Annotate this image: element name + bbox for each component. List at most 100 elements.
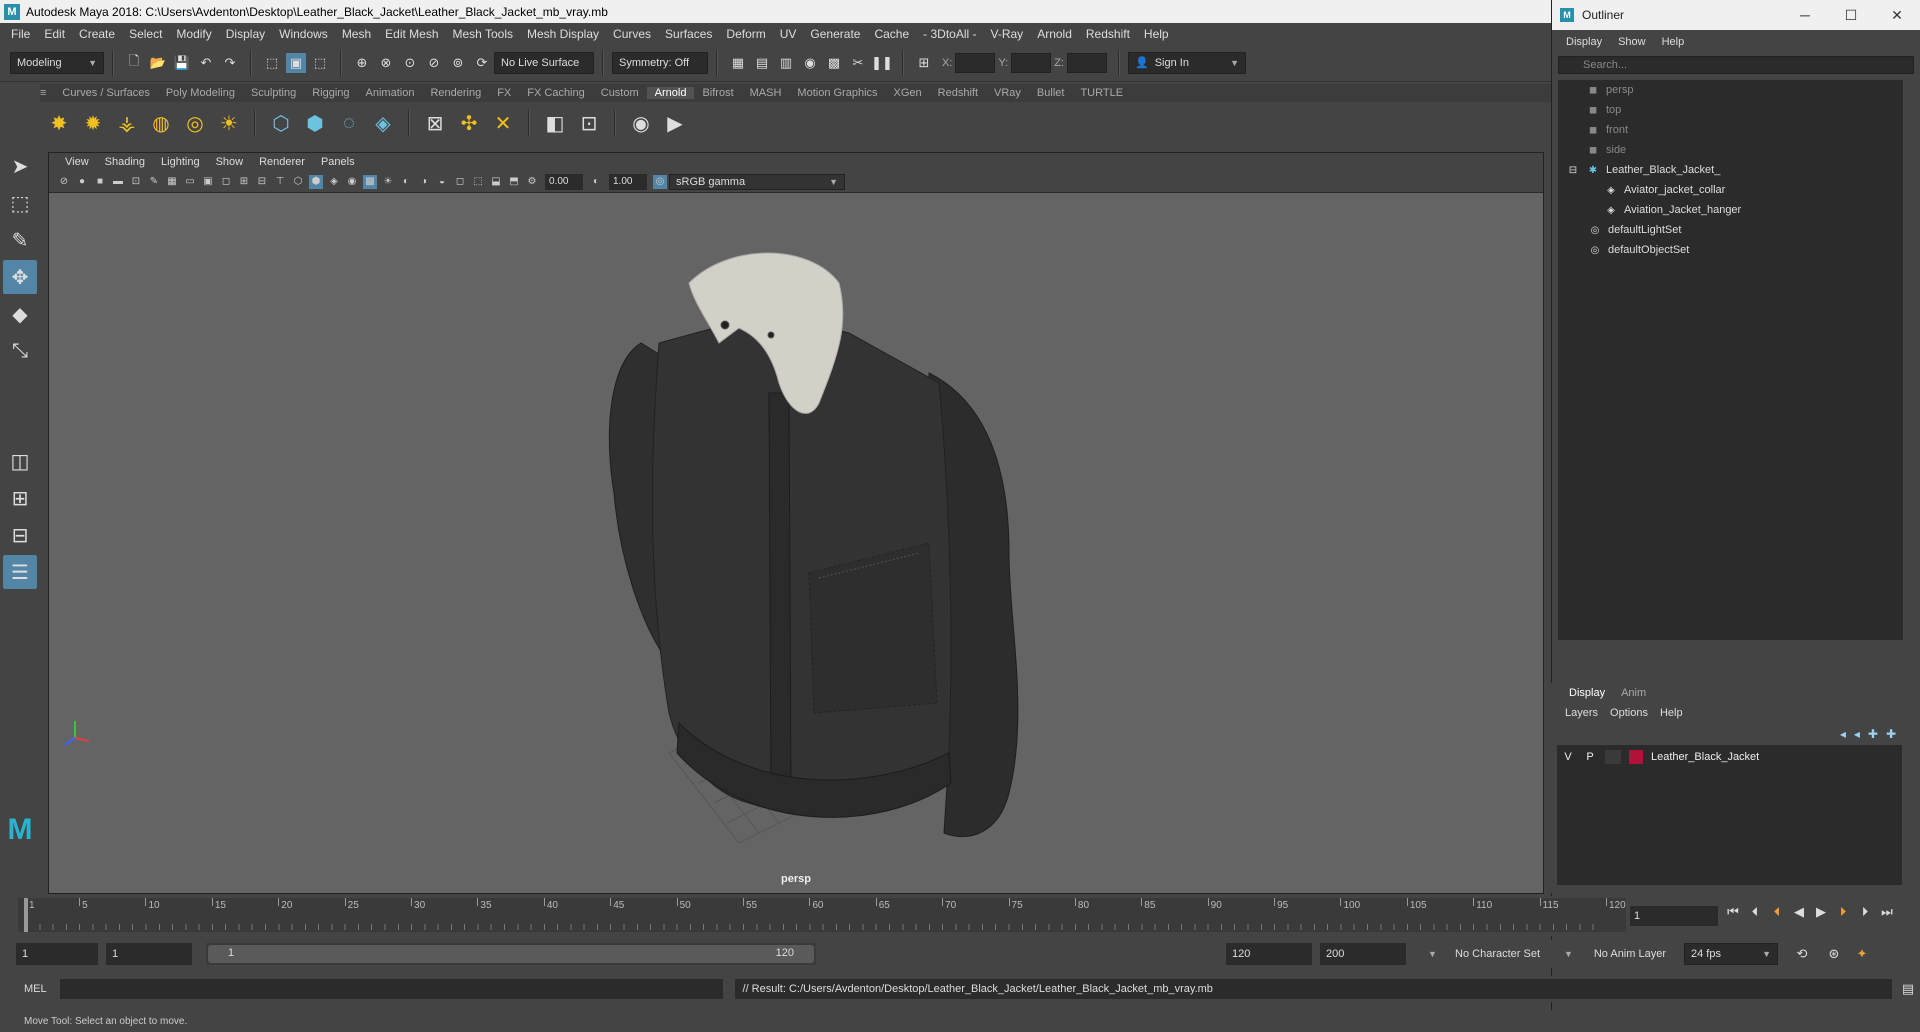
motion-blur-icon[interactable]: ◑ xyxy=(417,175,431,189)
layer-tab-display[interactable]: Display xyxy=(1561,687,1613,699)
range-slider-handle[interactable] xyxy=(208,945,814,963)
menu-v-ray[interactable]: V-Ray xyxy=(984,27,1031,41)
hypershade-icon[interactable]: ▩ xyxy=(824,53,844,73)
outliner-item[interactable]: ◈ Aviator_jacket_collar xyxy=(1558,180,1903,200)
viewport-menu-shading[interactable]: Shading xyxy=(97,156,153,168)
shelf-tab-custom[interactable]: Custom xyxy=(593,87,647,99)
isolate-select-icon[interactable]: ◻ xyxy=(453,175,467,189)
current-frame-field[interactable]: 1 xyxy=(1630,906,1718,926)
field-chart-icon[interactable]: ⊞ xyxy=(237,175,251,189)
outliner-item[interactable]: ◈ Aviation_Jacket_hanger xyxy=(1558,200,1903,220)
move-tool-icon[interactable]: ✥ xyxy=(3,260,37,294)
layer-row[interactable]: V P Leather_Black_Jacket xyxy=(1557,745,1902,769)
layer-color-swatch[interactable] xyxy=(1629,750,1643,764)
time-slider[interactable]: 1 5 10 15 20 25 30 35 40 45 50 55 60 65 70 75 80 85 90 95 10… xyxy=(0,896,1920,936)
smooth-shade-icon[interactable]: ⬢ xyxy=(309,174,323,189)
outliner-search-input[interactable]: Search... xyxy=(1558,56,1914,74)
mode-dropdown[interactable]: Modeling ▼ xyxy=(10,51,104,74)
grid-icon[interactable]: ▦ xyxy=(165,175,179,189)
shelf-tab-mash[interactable]: MASH xyxy=(742,87,790,99)
step-back-frame-icon[interactable]: ⏴ xyxy=(1766,904,1788,920)
layer-tab-anim[interactable]: Anim xyxy=(1613,687,1654,699)
loop-icon[interactable]: ⟲ xyxy=(1792,944,1812,964)
shelf-tab-xgen[interactable]: XGen xyxy=(886,87,930,99)
outliner-menu-show[interactable]: Show xyxy=(1610,36,1654,48)
menu-windows[interactable]: Windows xyxy=(272,27,335,41)
layer-visibility-toggle[interactable]: V xyxy=(1557,751,1579,763)
shelf-tab-motion-graphics[interactable]: Motion Graphics xyxy=(789,87,885,99)
film-gate-icon[interactable]: ▭ xyxy=(183,175,197,189)
xray-components-icon[interactable]: ⬒ xyxy=(507,175,521,189)
physical-sky-icon[interactable]: ☀ xyxy=(215,109,243,137)
spot-light-icon[interactable]: ⚶ xyxy=(113,109,141,137)
anim-layer-dropdown[interactable]: ▼ No Anim Layer xyxy=(1552,943,1672,965)
gate-mask-icon[interactable]: ◻ xyxy=(219,175,233,189)
symmetry-dropdown[interactable]: Symmetry: Off xyxy=(612,51,708,74)
shelf-tab-vray[interactable]: VRay xyxy=(986,87,1029,99)
color-space-dropdown[interactable]: sRGB gamma ▼ xyxy=(669,173,845,190)
viewport-menu-view[interactable]: View xyxy=(57,156,97,168)
shelf-tab-turtle[interactable]: TURTLE xyxy=(1072,87,1131,99)
menu-deform[interactable]: Deform xyxy=(719,27,772,41)
volume-icon[interactable]: ◈ xyxy=(369,109,397,137)
shelf-tab-poly-modeling[interactable]: Poly Modeling xyxy=(158,87,243,99)
shelf-tab-bullet[interactable]: Bullet xyxy=(1029,87,1073,99)
outliner-menu-help[interactable]: Help xyxy=(1654,36,1693,48)
resolution-gate-icon[interactable]: ▣ xyxy=(201,175,215,189)
layer-menu-options[interactable]: Options xyxy=(1604,707,1654,719)
export-standin-icon[interactable]: ⬢ xyxy=(301,109,329,137)
menu-mesh-display[interactable]: Mesh Display xyxy=(520,27,606,41)
viewport-menu-lighting[interactable]: Lighting xyxy=(153,156,208,168)
layer-menu-help[interactable]: Help xyxy=(1654,707,1689,719)
minimize-icon[interactable]: ─ xyxy=(1782,7,1828,24)
shader-icon[interactable]: ◧ xyxy=(541,109,569,137)
character-set-dropdown[interactable]: ▼ No Character Set xyxy=(1416,943,1546,965)
shelf-tab-redshift[interactable]: Redshift xyxy=(930,87,986,99)
new-layer-icon[interactable]: ✚ xyxy=(1868,727,1878,741)
menu-curves[interactable]: Curves xyxy=(606,27,658,41)
gamma-field[interactable]: 1.00 xyxy=(609,173,647,190)
new-scene-icon[interactable]: 🗋 xyxy=(124,53,144,73)
scale-tool-icon[interactable]: ⤡ xyxy=(3,334,37,368)
menu-uv[interactable]: UV xyxy=(773,27,804,41)
step-forward-frame-icon[interactable]: ⏵ xyxy=(1832,904,1854,920)
render-frame-icon[interactable]: ▤ xyxy=(752,53,772,73)
playback-start-field[interactable]: 1 xyxy=(106,943,192,965)
end-frame-field[interactable]: 200 xyxy=(1320,943,1406,965)
shadows-icon[interactable]: ☀ xyxy=(381,175,395,189)
menu-modify[interactable]: Modify xyxy=(169,27,218,41)
snap-curve-icon[interactable]: ⊗ xyxy=(376,53,396,73)
xray-joints-icon[interactable]: ⬓ xyxy=(489,175,503,189)
outliner-item[interactable]: ◼ top xyxy=(1558,100,1903,120)
layer-type-toggle[interactable] xyxy=(1605,750,1621,764)
fps-dropdown[interactable]: 24 fps ▼ xyxy=(1684,943,1778,965)
snap-pivot-icon[interactable]: ⟳ xyxy=(472,53,492,73)
rotate-tool-icon[interactable]: ◆ xyxy=(3,297,37,331)
curve-collector-icon[interactable]: ◌ xyxy=(335,109,363,137)
anti-alias-icon[interactable]: ◒ xyxy=(435,175,449,189)
mesh-light-icon[interactable]: ✹ xyxy=(79,109,107,137)
wireframe-on-shaded-icon[interactable]: ◈ xyxy=(327,175,341,189)
move-layer-down-icon[interactable]: ◂ xyxy=(1854,727,1860,741)
shelf-tab-fx-caching[interactable]: FX Caching xyxy=(519,87,592,99)
outliner-layout-icon[interactable]: ☰ xyxy=(3,555,37,589)
single-pane-layout-icon[interactable]: ◫ xyxy=(3,444,37,478)
outliner-item[interactable]: ◎ defaultLightSet xyxy=(1558,220,1903,240)
menu-edit-mesh[interactable]: Edit Mesh xyxy=(378,27,445,41)
select-component-icon[interactable]: ⬚ xyxy=(310,53,330,73)
shelf-tab-sculpting[interactable]: Sculpting xyxy=(243,87,304,99)
flush-cache-icon[interactable]: ✕ xyxy=(489,109,517,137)
textured-icon[interactable]: ◉ xyxy=(345,175,359,189)
play-backwards-icon[interactable]: ◀ xyxy=(1788,904,1810,920)
sign-in-dropdown[interactable]: 👤 Sign In ▼ xyxy=(1127,51,1246,74)
shelf-tab-rigging[interactable]: Rigging xyxy=(304,87,357,99)
screen-space-ao-icon[interactable]: ◐ xyxy=(399,175,413,189)
render-play-icon[interactable]: ▶ xyxy=(661,109,689,137)
shelf-tab-rendering[interactable]: Rendering xyxy=(422,87,489,99)
gamma-icon[interactable]: ◐ xyxy=(589,175,603,189)
outliner-item[interactable]: ◎ defaultObjectSet xyxy=(1558,240,1903,260)
script-language-label[interactable]: MEL xyxy=(0,983,56,995)
save-scene-icon[interactable]: 💾 xyxy=(172,53,192,73)
layer-playback-toggle[interactable]: P xyxy=(1579,751,1601,763)
render-view-eye-icon[interactable]: ◉ xyxy=(627,109,655,137)
